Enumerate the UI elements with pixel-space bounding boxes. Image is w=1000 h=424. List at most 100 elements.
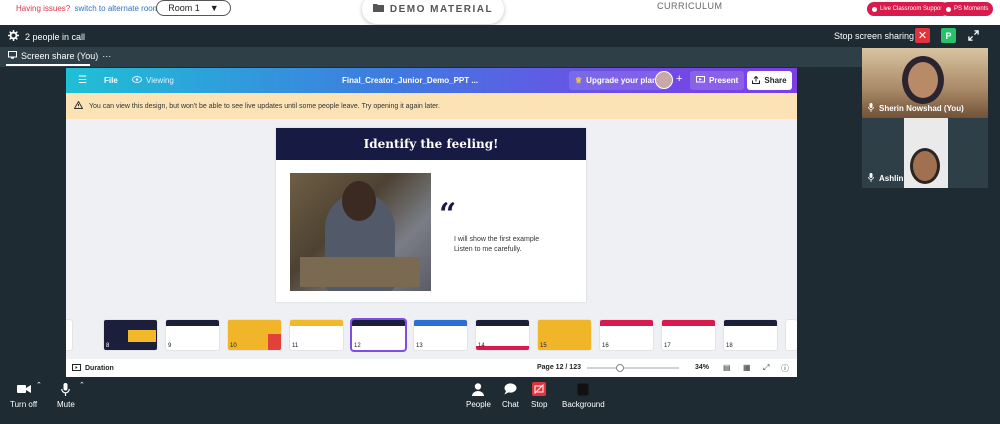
- issues-text: Having issues?: [16, 4, 71, 13]
- issues-notice: Having issues? switch to alternate room: [16, 4, 159, 13]
- zoom-slider-track[interactable]: [587, 367, 679, 369]
- zoom-level[interactable]: 34%: [695, 364, 709, 371]
- page-indicator[interactable]: Page 12 / 123: [537, 364, 581, 371]
- stop-share-button[interactable]: Stop: [531, 381, 547, 409]
- people-label: People: [466, 400, 491, 409]
- microphone-icon: [868, 103, 874, 114]
- stop-screen-sharing-label[interactable]: Stop screen sharing: [834, 31, 914, 41]
- top-strip: Having issues? switch to alternate room …: [0, 0, 1000, 25]
- slide-line-2: Listen to me carefully.: [454, 246, 522, 253]
- live-dot-icon: [872, 6, 877, 12]
- chat-button[interactable]: Chat: [502, 381, 519, 409]
- close-share-button[interactable]: ✕: [915, 28, 930, 43]
- camera-toggle-button[interactable]: Turn off: [10, 381, 37, 409]
- thumbnail[interactable]: 16: [600, 320, 653, 350]
- participant-name-label: Sherin Nowshad (You): [879, 104, 964, 113]
- help-icon[interactable]: ⓘ: [781, 363, 789, 374]
- call-header: 2 people in call Stop screen sharing ✕ P: [0, 25, 1000, 47]
- upgrade-label: Upgrade your plan: [586, 76, 657, 85]
- camera-dot-icon: [946, 6, 951, 12]
- warning-icon: [73, 100, 84, 111]
- screen-share-tab-label: Screen share (You): [21, 51, 99, 61]
- call-controls: Turn off ⌃ Mute ⌃ People Chat Stop Backg…: [0, 377, 1000, 424]
- fullscreen-icon[interactable]: [968, 30, 980, 42]
- viewing-mode[interactable]: Viewing: [132, 76, 174, 85]
- shared-screen: ☰ File Viewing Final_Creator_Junior_Demo…: [66, 68, 797, 377]
- microphone-icon: [61, 381, 71, 397]
- thumbnail[interactable]: 15: [538, 320, 591, 350]
- person-icon: [472, 381, 485, 397]
- live-support-button[interactable]: Live Classroom Support: [867, 2, 950, 16]
- microphone-icon: [868, 173, 874, 184]
- add-collaborator-icon[interactable]: +: [676, 73, 682, 85]
- crown-icon: ♕: [575, 76, 583, 85]
- canva-toolbar: ☰ File Viewing Final_Creator_Junior_Demo…: [66, 68, 797, 93]
- tab-underline: [6, 64, 90, 66]
- mute-button[interactable]: Mute: [57, 381, 75, 409]
- ps-moments-button[interactable]: PS Moments: [941, 2, 994, 16]
- background-icon: [577, 381, 589, 397]
- warning-banner: You can view this design, but won't be a…: [66, 93, 797, 119]
- monitor-icon: [8, 51, 17, 61]
- thumbnail-partial[interactable]: [786, 320, 797, 350]
- chat-label: Chat: [502, 400, 519, 409]
- chevron-down-icon[interactable]: ⌃: [36, 381, 42, 389]
- notes-icon[interactable]: ▤: [723, 363, 731, 372]
- grid-view-icon[interactable]: ▦: [743, 363, 751, 372]
- thumbnail[interactable]: 17: [662, 320, 715, 350]
- document-title[interactable]: Final_Creator_Junior_Demo_PPT ...: [342, 76, 478, 85]
- eye-icon: [132, 76, 142, 85]
- slide-title: Identify the feeling!: [276, 128, 586, 160]
- screen-share-tab[interactable]: Screen share (You) ···: [8, 51, 111, 61]
- gear-icon[interactable]: [8, 30, 19, 43]
- thumbnail-strip: 8 9 10 11 12 13 14 15 16 17 18: [66, 316, 797, 356]
- background-button[interactable]: Background: [562, 381, 605, 409]
- warning-text: You can view this design, but won't be a…: [89, 102, 440, 110]
- people-count: 2 people in call: [8, 30, 85, 43]
- duration-label: Duration: [85, 365, 114, 372]
- ps-moments-label: PS Moments: [954, 6, 989, 12]
- participant-face: [902, 56, 944, 104]
- chevron-down-icon[interactable]: ⌃: [79, 381, 85, 389]
- call-window: 2 people in call Stop screen sharing ✕ P…: [0, 25, 1000, 424]
- more-options-icon[interactable]: ···: [102, 51, 111, 61]
- hamburger-menu-icon[interactable]: ☰: [78, 75, 87, 86]
- zoom-slider-knob[interactable]: [616, 364, 624, 372]
- thumbnail[interactable]: 14: [476, 320, 529, 350]
- stop-share-icon-wrap: [532, 381, 547, 397]
- share-button[interactable]: Share: [747, 71, 792, 90]
- avatar[interactable]: [655, 71, 673, 89]
- chat-bubble-icon: [504, 381, 517, 397]
- live-support-label: Live Classroom Support: [880, 6, 945, 12]
- chevron-down-icon: ▼: [209, 3, 219, 13]
- share-label: Share: [764, 76, 787, 85]
- thumbnail[interactable]: 8: [104, 320, 157, 350]
- demo-material-label: DEMO MATERIAL: [389, 3, 494, 15]
- fullscreen-icon[interactable]: ⤢: [763, 363, 769, 373]
- room-select[interactable]: Room 1 ▼: [156, 0, 231, 16]
- thumbnail[interactable]: 13: [414, 320, 467, 350]
- upgrade-plan-button[interactable]: ♕ Upgrade your plan: [569, 71, 663, 90]
- demo-material-button[interactable]: DEMO MATERIAL: [362, 0, 504, 24]
- switch-alternate-room-link[interactable]: switch to alternate room: [74, 4, 159, 13]
- duration-button[interactable]: Duration: [72, 364, 114, 373]
- thumbnail[interactable]: 11: [290, 320, 343, 350]
- slide-photo: [290, 173, 431, 291]
- thumbnail[interactable]: 9: [166, 320, 219, 350]
- thumbnail[interactable]: 18: [724, 320, 777, 350]
- file-menu[interactable]: File: [104, 76, 118, 85]
- participant-tile-self[interactable]: Sherin Nowshad (You): [862, 48, 988, 118]
- people-button[interactable]: People: [466, 381, 491, 409]
- thumbnail[interactable]: 10: [228, 320, 281, 350]
- p-badge-button[interactable]: P: [941, 28, 956, 43]
- present-label: Present: [709, 76, 739, 85]
- close-icon: ✕: [917, 30, 928, 42]
- quote-mark-icon: “: [439, 197, 457, 232]
- curriculum-link[interactable]: CURRICULUM: [657, 1, 723, 11]
- upload-icon: [752, 75, 761, 86]
- thumbnail-partial[interactable]: [66, 320, 72, 350]
- participant-tile[interactable]: Ashlin: [862, 118, 988, 188]
- background-label: Background: [562, 400, 605, 409]
- thumbnail-active[interactable]: 12: [350, 318, 407, 352]
- present-button[interactable]: Present: [690, 71, 745, 90]
